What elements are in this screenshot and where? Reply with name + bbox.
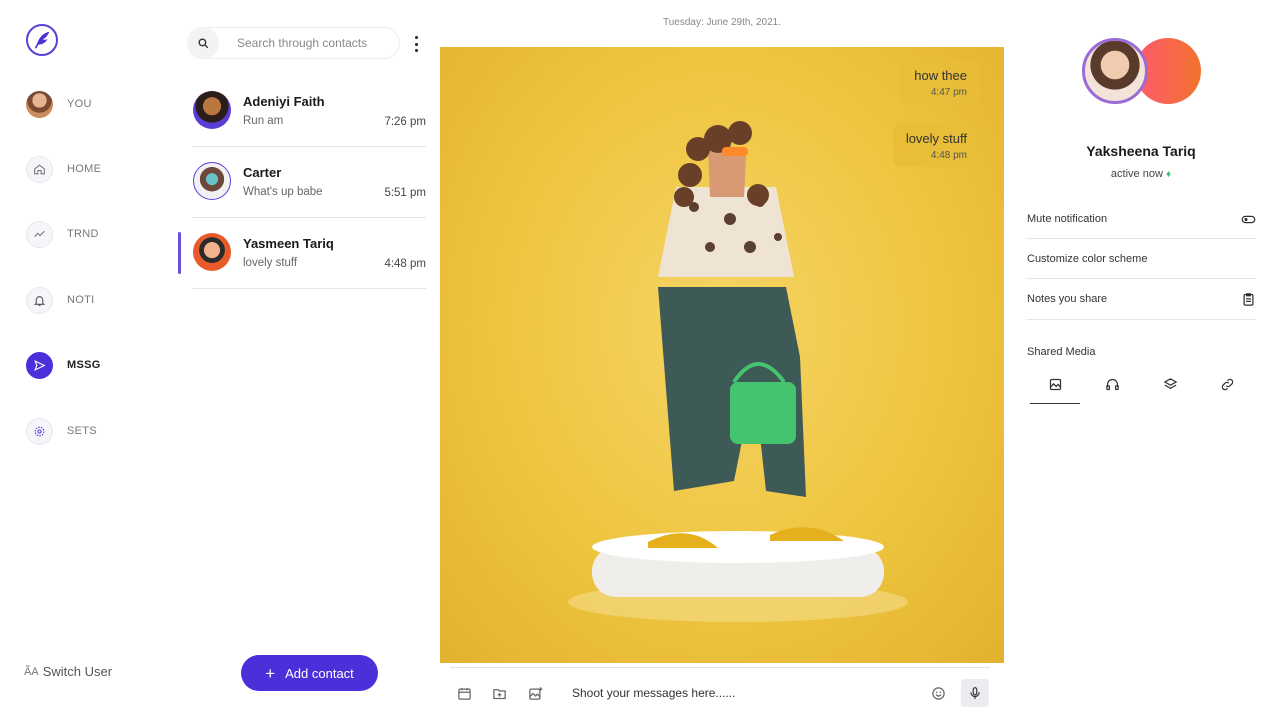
option-label: Notes you share — [1027, 293, 1108, 305]
contact-avatar — [193, 162, 231, 200]
media-tab-images[interactable] — [1030, 377, 1080, 404]
media-tab-audio[interactable] — [1087, 377, 1137, 404]
layers-icon — [1163, 378, 1177, 389]
message-time: 4:48 pm — [930, 150, 967, 161]
microphone-button[interactable] — [961, 679, 989, 707]
contact-name: Carter — [243, 165, 282, 180]
contact-time: 5:51 pm — [384, 187, 426, 199]
chat-background-image: how thee 4:47 pm lovely stuff 4:48 pm — [440, 47, 1004, 663]
contact-search — [187, 27, 400, 59]
nav-item-sets[interactable]: SETS — [26, 417, 97, 445]
add-contact-label: Add contact — [285, 665, 354, 681]
nav-label-sets: SETS — [67, 425, 97, 437]
contact-item[interactable]: Adeniyi Faith Run am 7:26 pm — [192, 76, 426, 147]
app-logo[interactable] — [26, 24, 58, 56]
user-avatar — [26, 90, 53, 118]
search-icon[interactable] — [187, 27, 219, 59]
profile-status: active now ♦ — [1026, 168, 1256, 180]
message-time: 4:47 pm — [930, 87, 967, 98]
contact-time: 7:26 pm — [384, 116, 426, 128]
clipboard-icon — [1243, 292, 1254, 306]
add-contact-button[interactable]: + Add contact — [241, 655, 378, 691]
contact-time: 4:48 pm — [384, 258, 426, 270]
headphones-icon — [1105, 378, 1119, 391]
option-label: Mute notification — [1027, 213, 1108, 225]
nav-label-noti: NOTI — [67, 294, 95, 306]
nav-item-you[interactable]: YOU — [26, 90, 92, 118]
message-bubble: how thee 4:47 pm — [901, 60, 980, 104]
nav-label-mssg: MSSG — [67, 359, 101, 371]
contact-item[interactable]: Carter What's up babe 5:51 pm — [192, 147, 426, 218]
option-label: Customize color scheme — [1027, 253, 1148, 265]
message-text: lovely stuff — [905, 131, 967, 146]
message-input[interactable] — [572, 684, 892, 702]
media-tab-links[interactable] — [1202, 377, 1252, 404]
nav-label-trnd: TRND — [67, 228, 99, 240]
nav-item-mssg[interactable]: MSSG — [26, 351, 101, 379]
contact-item-active[interactable]: Yasmeen Tariq lovely stuff 4:48 pm — [178, 218, 426, 289]
nav-item-noti[interactable]: NOTI — [26, 286, 94, 314]
shared-media-title: Shared Media — [1027, 346, 1096, 358]
contact-preview: lovely stuff — [243, 257, 298, 269]
media-tab-layers[interactable] — [1145, 377, 1195, 404]
composer-divider — [450, 667, 990, 668]
home-icon — [26, 155, 53, 183]
bell-icon — [26, 286, 53, 314]
profile-name: Yaksheena Tariq — [1086, 143, 1196, 159]
plus-icon: + — [265, 663, 276, 683]
profile-status-text: active now — [1110, 168, 1163, 180]
toggle-icon[interactable] — [1241, 212, 1256, 227]
contact-name: Yasmeen Tariq — [243, 236, 334, 251]
translate-icon: ÃA — [24, 665, 39, 678]
microphone-icon — [970, 687, 980, 699]
emoji-icon[interactable] — [929, 684, 947, 702]
contact-preview: Run am — [243, 115, 284, 127]
profile-avatar[interactable] — [1082, 38, 1148, 104]
message-bubble: lovely stuff 4:48 pm — [892, 123, 980, 167]
feather-icon — [34, 31, 50, 49]
calendar-icon[interactable] — [455, 684, 473, 702]
image-icon — [1049, 378, 1061, 391]
trend-icon — [26, 220, 53, 248]
more-options-icon[interactable] — [412, 36, 420, 52]
nav-item-trnd[interactable]: TRND — [26, 220, 99, 248]
search-input[interactable] — [237, 36, 387, 50]
nav-label-you: YOU — [67, 98, 92, 110]
switch-user-button[interactable]: ÃA Switch User — [24, 664, 112, 679]
send-icon — [26, 351, 53, 379]
message-text: how thee — [914, 68, 967, 83]
image-add-icon[interactable] — [526, 684, 544, 702]
chat-date: Tuesday: June 29th, 2021. — [662, 17, 782, 28]
mute-notification-option[interactable]: Mute notification — [1027, 200, 1256, 239]
notes-option[interactable]: Notes you share — [1027, 279, 1256, 320]
nav-label-home: HOME — [67, 163, 102, 175]
contact-avatar — [193, 91, 231, 129]
settings-icon — [26, 417, 53, 445]
nav-item-home[interactable]: HOME — [26, 155, 101, 183]
customize-color-option[interactable]: Customize color scheme — [1027, 240, 1256, 279]
status-dot-icon: ♦ — [1165, 169, 1172, 180]
contact-preview: What's up babe — [243, 186, 323, 198]
folder-add-icon[interactable] — [490, 684, 508, 702]
active-indicator — [178, 232, 181, 274]
link-icon — [1221, 378, 1233, 391]
switch-user-label: Switch User — [42, 664, 113, 679]
contact-name: Adeniyi Faith — [243, 94, 325, 109]
contact-avatar — [193, 233, 231, 271]
